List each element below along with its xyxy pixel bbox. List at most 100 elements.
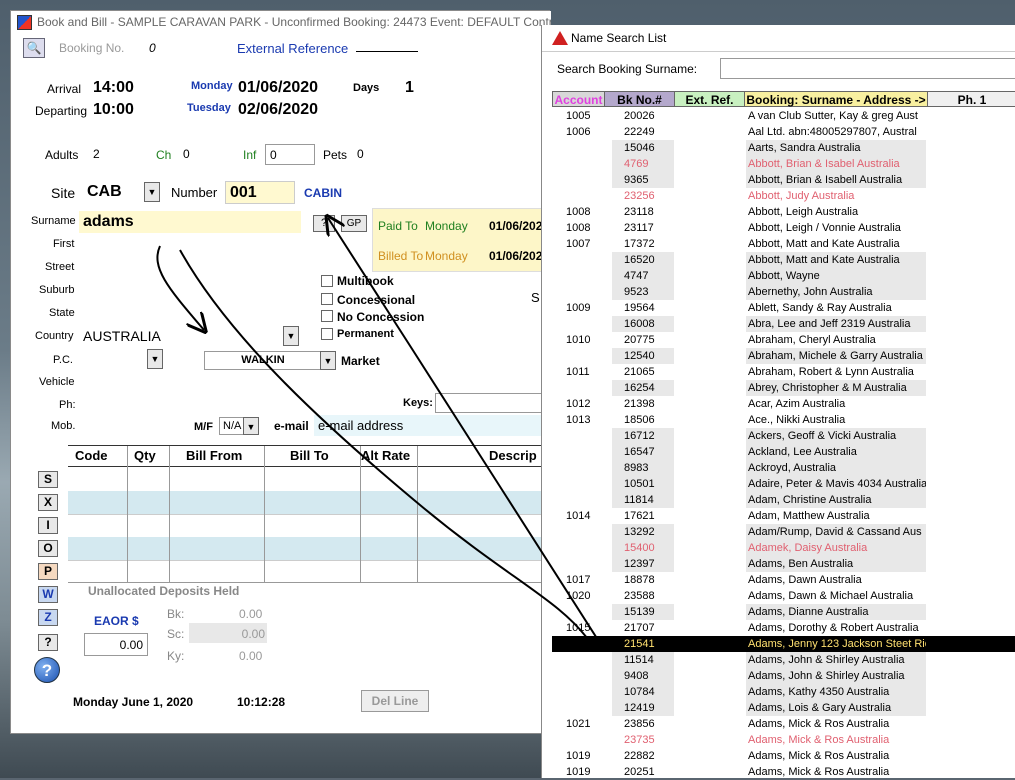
arrival-date[interactable]: 01/06/2020	[238, 79, 318, 97]
days-value[interactable]: 1	[405, 79, 414, 97]
list-item[interactable]: 16008 Abra, Lee and Jeff 2319 Australia	[552, 316, 1015, 332]
number-input[interactable]: 001	[225, 181, 295, 204]
row-name: Adams, Kathy 4350 Australia	[746, 684, 926, 700]
list-item[interactable]: 1021 23856 Adams, Mick & Ros Australia	[552, 716, 1015, 732]
header-ext-ref[interactable]: Ext. Ref.	[675, 92, 745, 107]
list-item[interactable]: 12540 Abraham, Michele & Garry Australia	[552, 348, 1015, 364]
departing-time[interactable]: 10:00	[93, 101, 134, 119]
o-button[interactable]: O	[38, 540, 58, 557]
list-item[interactable]: 12419 Adams, Lois & Gary Australia	[552, 700, 1015, 716]
list-item[interactable]: 15046 Aarts, Sandra Australia	[552, 140, 1015, 156]
list-item[interactable]: 4769 Abbott, Brian & Isabel Australia	[552, 156, 1015, 172]
z-button[interactable]: Z	[38, 609, 58, 626]
w-button[interactable]: W	[38, 586, 58, 603]
list-item[interactable]: 16520 Abbott, Matt and Kate Australia	[552, 252, 1015, 268]
list-item[interactable]: 11814 Adam, Christine Australia	[552, 492, 1015, 508]
header-booking-surname[interactable]: Booking: Surname - Address ->	[745, 92, 928, 107]
list-item[interactable]: 15400 Adamek, Daisy Australia	[552, 540, 1015, 556]
grid-header-alt-rate[interactable]: Alt Rate	[361, 448, 410, 463]
list-item[interactable]: 1008 23117 Abbott, Leigh / Vonnie Australi…	[552, 220, 1015, 236]
help-icon[interactable]: ?	[34, 657, 60, 683]
external-reference-field[interactable]	[356, 51, 418, 52]
grid-header-bill-to[interactable]: Bill To	[290, 448, 329, 463]
multibook-checkbox[interactable]	[321, 275, 333, 287]
grid-row[interactable]	[68, 466, 551, 489]
pets-value[interactable]: 0	[357, 147, 364, 161]
surname-input[interactable]: adams	[79, 211, 301, 233]
arrival-time[interactable]: 14:00	[93, 79, 134, 97]
list-item[interactable]: 16547 Ackland, Lee Australia	[552, 444, 1015, 460]
list-item[interactable]: 23735 Adams, Mick & Ros Australia	[552, 732, 1015, 748]
list-item[interactable]: 1009 19564 Ablett, Sandy & Ray Australia	[552, 300, 1015, 316]
list-item[interactable]: 1007 17372 Abbott, Matt and Kate Australia	[552, 236, 1015, 252]
list-item[interactable]: 1010 20775 Abraham, Cheryl Australia	[552, 332, 1015, 348]
list-item[interactable]: 1005 20026 A van Club Sutter, Kay & greg A…	[552, 108, 1015, 124]
list-item[interactable]: 16712 Ackers, Geoff & Vicki Australia	[552, 428, 1015, 444]
x-button[interactable]: X	[38, 494, 58, 511]
country-value[interactable]: AUSTRALIA	[83, 328, 161, 344]
list-item[interactable]: 9408 Adams, John & Shirley Australia	[552, 668, 1015, 684]
list-item[interactable]: 13292 Adam/Rump, David & Cassand Aus	[552, 524, 1015, 540]
children-value[interactable]: 0	[183, 147, 190, 161]
infants-input[interactable]: 0	[265, 144, 315, 165]
list-item[interactable]: 10784 Adams, Kathy 4350 Australia	[552, 684, 1015, 700]
del-line-button[interactable]: Del Line	[361, 690, 429, 712]
grid-row[interactable]	[68, 491, 551, 514]
search-help-button[interactable]: ?	[313, 215, 335, 232]
row-bk-no: 16008	[612, 316, 674, 332]
market-input[interactable]: WALKIN	[204, 351, 322, 370]
list-item[interactable]: 1011 21065 Abraham, Robert & Lynn Australi…	[552, 364, 1015, 380]
header-phone[interactable]: Ph. 1	[928, 92, 1015, 107]
list-item[interactable]: 4747 Abbott, Wayne	[552, 268, 1015, 284]
s-button[interactable]: S	[38, 471, 58, 488]
grid-row[interactable]	[68, 514, 551, 537]
list-item[interactable]: 9365 Abbott, Brian & Isabell Australia	[552, 172, 1015, 188]
country-dropdown-icon[interactable]: ▼	[283, 326, 299, 346]
site-dropdown-icon[interactable]: ▼	[144, 182, 160, 202]
header-bk-no[interactable]: Bk No.#	[605, 92, 675, 107]
departing-date[interactable]: 02/06/2020	[238, 101, 318, 119]
concessional-checkbox[interactable]	[321, 293, 333, 305]
eaor-input[interactable]: 0.00	[84, 633, 148, 656]
list-item[interactable]: 9523 Abernethy, John Australia	[552, 284, 1015, 300]
list-item[interactable]: 21541 Adams, Jenny 123 Jackson Steet Ric	[552, 636, 1015, 652]
market-dropdown-icon[interactable]: ▼	[320, 351, 336, 370]
adults-value[interactable]: 2	[93, 147, 100, 161]
list-item[interactable]: 11514 Adams, John & Shirley Australia	[552, 652, 1015, 668]
list-item[interactable]: 23256 Abbott, Judy Australia	[552, 188, 1015, 204]
permanent-checkbox[interactable]	[321, 328, 333, 340]
list-item[interactable]: 12397 Adams, Ben Australia	[552, 556, 1015, 572]
list-item[interactable]: 1020 23588 Adams, Dawn & Michael Australia	[552, 588, 1015, 604]
grid-header-description[interactable]: Descrip	[489, 448, 537, 463]
list-item[interactable]: 1014 17621 Adam, Matthew Australia	[552, 508, 1015, 524]
list-item[interactable]: 1012 21398 Acar, Azim Australia	[552, 396, 1015, 412]
list-item[interactable]: 15139 Adams, Dianne Australia	[552, 604, 1015, 620]
gender-dropdown-icon[interactable]: ▼	[243, 417, 259, 435]
search-surname-input[interactable]	[720, 58, 1015, 79]
list-item[interactable]: 1017 18878 Adams, Dawn Australia	[552, 572, 1015, 588]
gp-button[interactable]: GP	[341, 215, 367, 232]
list-item[interactable]: 1019 22882 Adams, Mick & Ros Australia	[552, 748, 1015, 764]
list-item[interactable]: 10501 Adaire, Peter & Mavis 4034 Australi…	[552, 476, 1015, 492]
grid-row[interactable]	[68, 560, 551, 583]
keys-input[interactable]	[435, 393, 551, 413]
grid-header-code[interactable]: Code	[75, 448, 108, 463]
list-item[interactable]: 1006 22249 Aal Ltd. abn:48005297807, Austr…	[552, 124, 1015, 140]
no-concession-checkbox[interactable]	[321, 310, 333, 322]
grid-header-qty[interactable]: Qty	[134, 448, 156, 463]
grid-header-bill-from[interactable]: Bill From	[186, 448, 242, 463]
list-item[interactable]: 1015 21707 Adams, Dorothy & Robert Austral…	[552, 620, 1015, 636]
site-value[interactable]: CAB	[87, 183, 122, 201]
list-item[interactable]: 8983 Ackroyd, Australia	[552, 460, 1015, 476]
header-account[interactable]: Account	[553, 92, 605, 107]
grid-row[interactable]	[68, 537, 551, 560]
list-item[interactable]: 16254 Abrey, Christopher & M Australia	[552, 380, 1015, 396]
question-button[interactable]: ?	[38, 634, 58, 651]
search-icon[interactable]: 🔍	[23, 38, 45, 58]
i-button[interactable]: I	[38, 517, 58, 534]
postcode-dropdown-icon[interactable]: ▼	[147, 349, 163, 369]
list-item[interactable]: 1008 23118 Abbott, Leigh Australia	[552, 204, 1015, 220]
list-item[interactable]: 1013 18506 Ace., Nikki Australia	[552, 412, 1015, 428]
p-button[interactable]: P	[38, 563, 58, 580]
email-input[interactable]: e-mail address	[314, 415, 551, 436]
